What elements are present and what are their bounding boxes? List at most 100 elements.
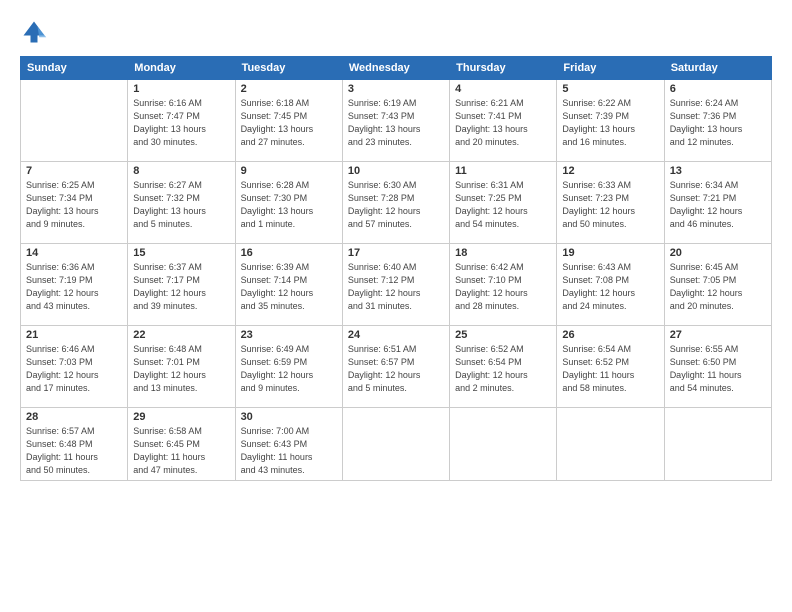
day-info: Sunrise: 6:57 AM Sunset: 6:48 PM Dayligh… [26, 425, 122, 477]
page: SundayMondayTuesdayWednesdayThursdayFrid… [0, 0, 792, 612]
calendar-cell: 24Sunrise: 6:51 AM Sunset: 6:57 PM Dayli… [342, 326, 449, 408]
day-info: Sunrise: 6:31 AM Sunset: 7:25 PM Dayligh… [455, 179, 551, 231]
day-number: 5 [562, 83, 658, 95]
day-info: Sunrise: 6:21 AM Sunset: 7:41 PM Dayligh… [455, 97, 551, 149]
logo [20, 18, 52, 46]
day-number: 2 [241, 83, 337, 95]
calendar-cell: 15 Sunrise: 6:37 AM Sunset: 7:17 PM Dayli… [128, 244, 235, 326]
day-info: Sunrise: 6:43 AM Sunset: 7:08 PM Dayligh… [562, 261, 658, 313]
weekday-friday: Friday [557, 57, 664, 80]
day-info: Sunrise: 6:49 AM Sunset: 6:59 PM Dayligh… [241, 343, 337, 395]
day-info: Sunrise: 6:33 AM Sunset: 7:23 PM Dayligh… [562, 179, 658, 231]
calendar-week-2: 14 Sunrise: 6:36 AM Sunset: 7:19 PM Dayli… [21, 244, 772, 326]
day-number: 6 [670, 83, 766, 95]
calendar-cell: 8 Sunrise: 6:27 AM Sunset: 7:32 PM Daylig… [128, 162, 235, 244]
day-info: Sunrise: 6:28 AM Sunset: 7:30 PM Dayligh… [241, 179, 337, 231]
calendar-cell: 28 Sunrise: 6:57 AM Sunset: 6:48 PM Dayli… [21, 408, 128, 481]
day-number: 12 [562, 165, 658, 177]
calendar-cell [557, 408, 664, 481]
day-info: Sunrise: 6:51 AM Sunset: 6:57 PM Dayligh… [348, 343, 444, 395]
calendar-cell: 10 Sunrise: 6:30 AM Sunset: 7:28 PM Dayli… [342, 162, 449, 244]
calendar-cell: 23 Sunrise: 6:49 AM Sunset: 6:59 PM Dayli… [235, 326, 342, 408]
day-number: 16 [241, 247, 337, 259]
day-info: Sunrise: 6:24 AM Sunset: 7:36 PM Dayligh… [670, 97, 766, 149]
calendar-cell: 13 Sunrise: 6:34 AM Sunset: 7:21 PM Dayli… [664, 162, 771, 244]
calendar-cell: 22Sunrise: 6:48 AM Sunset: 7:01 PM Dayli… [128, 326, 235, 408]
day-number: 13 [670, 165, 766, 177]
weekday-sunday: Sunday [21, 57, 128, 80]
logo-icon [20, 18, 48, 46]
day-info: Sunrise: 6:16 AM Sunset: 7:47 PM Dayligh… [133, 97, 229, 149]
day-info: Sunrise: 6:55 AM Sunset: 6:50 PM Dayligh… [670, 343, 766, 395]
calendar-table: SundayMondayTuesdayWednesdayThursdayFrid… [20, 56, 772, 481]
day-info: Sunrise: 7:00 AM Sunset: 6:43 PM Dayligh… [241, 425, 337, 477]
day-info: Sunrise: 6:27 AM Sunset: 7:32 PM Dayligh… [133, 179, 229, 231]
calendar-cell [450, 408, 557, 481]
day-number: 23 [241, 329, 337, 341]
day-number: 4 [455, 83, 551, 95]
calendar-cell: 14 Sunrise: 6:36 AM Sunset: 7:19 PM Dayli… [21, 244, 128, 326]
calendar-cell: 19 Sunrise: 6:43 AM Sunset: 7:08 PM Dayli… [557, 244, 664, 326]
day-number: 9 [241, 165, 337, 177]
day-number: 10 [348, 165, 444, 177]
day-number: 1 [133, 83, 229, 95]
day-number: 25 [455, 329, 551, 341]
day-info: Sunrise: 6:34 AM Sunset: 7:21 PM Dayligh… [670, 179, 766, 231]
calendar-cell: 11 Sunrise: 6:31 AM Sunset: 7:25 PM Dayli… [450, 162, 557, 244]
calendar-cell: 20Sunrise: 6:45 AM Sunset: 7:05 PM Dayli… [664, 244, 771, 326]
calendar-cell: 29 Sunrise: 6:58 AM Sunset: 6:45 PM Dayli… [128, 408, 235, 481]
day-info: Sunrise: 6:22 AM Sunset: 7:39 PM Dayligh… [562, 97, 658, 149]
day-info: Sunrise: 6:42 AM Sunset: 7:10 PM Dayligh… [455, 261, 551, 313]
calendar-cell: 7Sunrise: 6:25 AM Sunset: 7:34 PM Daylig… [21, 162, 128, 244]
day-info: Sunrise: 6:25 AM Sunset: 7:34 PM Dayligh… [26, 179, 122, 231]
day-number: 26 [562, 329, 658, 341]
day-info: Sunrise: 6:46 AM Sunset: 7:03 PM Dayligh… [26, 343, 122, 395]
day-info: Sunrise: 6:18 AM Sunset: 7:45 PM Dayligh… [241, 97, 337, 149]
calendar-cell: 6 Sunrise: 6:24 AM Sunset: 7:36 PM Daylig… [664, 80, 771, 162]
day-number: 29 [133, 411, 229, 423]
day-info: Sunrise: 6:40 AM Sunset: 7:12 PM Dayligh… [348, 261, 444, 313]
calendar-cell: 16 Sunrise: 6:39 AM Sunset: 7:14 PM Dayli… [235, 244, 342, 326]
day-number: 19 [562, 247, 658, 259]
day-info: Sunrise: 6:48 AM Sunset: 7:01 PM Dayligh… [133, 343, 229, 395]
day-number: 8 [133, 165, 229, 177]
day-number: 11 [455, 165, 551, 177]
day-number: 21 [26, 329, 122, 341]
calendar-cell: 5 Sunrise: 6:22 AM Sunset: 7:39 PM Daylig… [557, 80, 664, 162]
header [20, 18, 772, 46]
day-info: Sunrise: 6:45 AM Sunset: 7:05 PM Dayligh… [670, 261, 766, 313]
day-info: Sunrise: 6:58 AM Sunset: 6:45 PM Dayligh… [133, 425, 229, 477]
calendar-cell: 18Sunrise: 6:42 AM Sunset: 7:10 PM Dayli… [450, 244, 557, 326]
calendar-week-0: 1 Sunrise: 6:16 AM Sunset: 7:47 PM Daylig… [21, 80, 772, 162]
weekday-tuesday: Tuesday [235, 57, 342, 80]
day-info: Sunrise: 6:36 AM Sunset: 7:19 PM Dayligh… [26, 261, 122, 313]
calendar-cell: 9 Sunrise: 6:28 AM Sunset: 7:30 PM Daylig… [235, 162, 342, 244]
calendar-week-3: 21 Sunrise: 6:46 AM Sunset: 7:03 PM Dayli… [21, 326, 772, 408]
day-number: 3 [348, 83, 444, 95]
day-number: 15 [133, 247, 229, 259]
weekday-monday: Monday [128, 57, 235, 80]
calendar-week-1: 7Sunrise: 6:25 AM Sunset: 7:34 PM Daylig… [21, 162, 772, 244]
weekday-wednesday: Wednesday [342, 57, 449, 80]
calendar-cell: 26 Sunrise: 6:54 AM Sunset: 6:52 PM Dayli… [557, 326, 664, 408]
calendar-cell: 4 Sunrise: 6:21 AM Sunset: 7:41 PM Daylig… [450, 80, 557, 162]
weekday-thursday: Thursday [450, 57, 557, 80]
calendar-cell: 27Sunrise: 6:55 AM Sunset: 6:50 PM Dayli… [664, 326, 771, 408]
weekday-saturday: Saturday [664, 57, 771, 80]
day-info: Sunrise: 6:19 AM Sunset: 7:43 PM Dayligh… [348, 97, 444, 149]
day-info: Sunrise: 6:37 AM Sunset: 7:17 PM Dayligh… [133, 261, 229, 313]
day-info: Sunrise: 6:30 AM Sunset: 7:28 PM Dayligh… [348, 179, 444, 231]
day-info: Sunrise: 6:54 AM Sunset: 6:52 PM Dayligh… [562, 343, 658, 395]
calendar-cell: 1 Sunrise: 6:16 AM Sunset: 7:47 PM Daylig… [128, 80, 235, 162]
calendar-cell: 2 Sunrise: 6:18 AM Sunset: 7:45 PM Daylig… [235, 80, 342, 162]
day-number: 17 [348, 247, 444, 259]
calendar-cell [664, 408, 771, 481]
day-number: 14 [26, 247, 122, 259]
day-info: Sunrise: 6:39 AM Sunset: 7:14 PM Dayligh… [241, 261, 337, 313]
calendar-cell: 25Sunrise: 6:52 AM Sunset: 6:54 PM Dayli… [450, 326, 557, 408]
day-number: 28 [26, 411, 122, 423]
calendar-cell [342, 408, 449, 481]
calendar-cell: 3 Sunrise: 6:19 AM Sunset: 7:43 PM Daylig… [342, 80, 449, 162]
calendar-week-4: 28 Sunrise: 6:57 AM Sunset: 6:48 PM Dayli… [21, 408, 772, 481]
day-number: 30 [241, 411, 337, 423]
